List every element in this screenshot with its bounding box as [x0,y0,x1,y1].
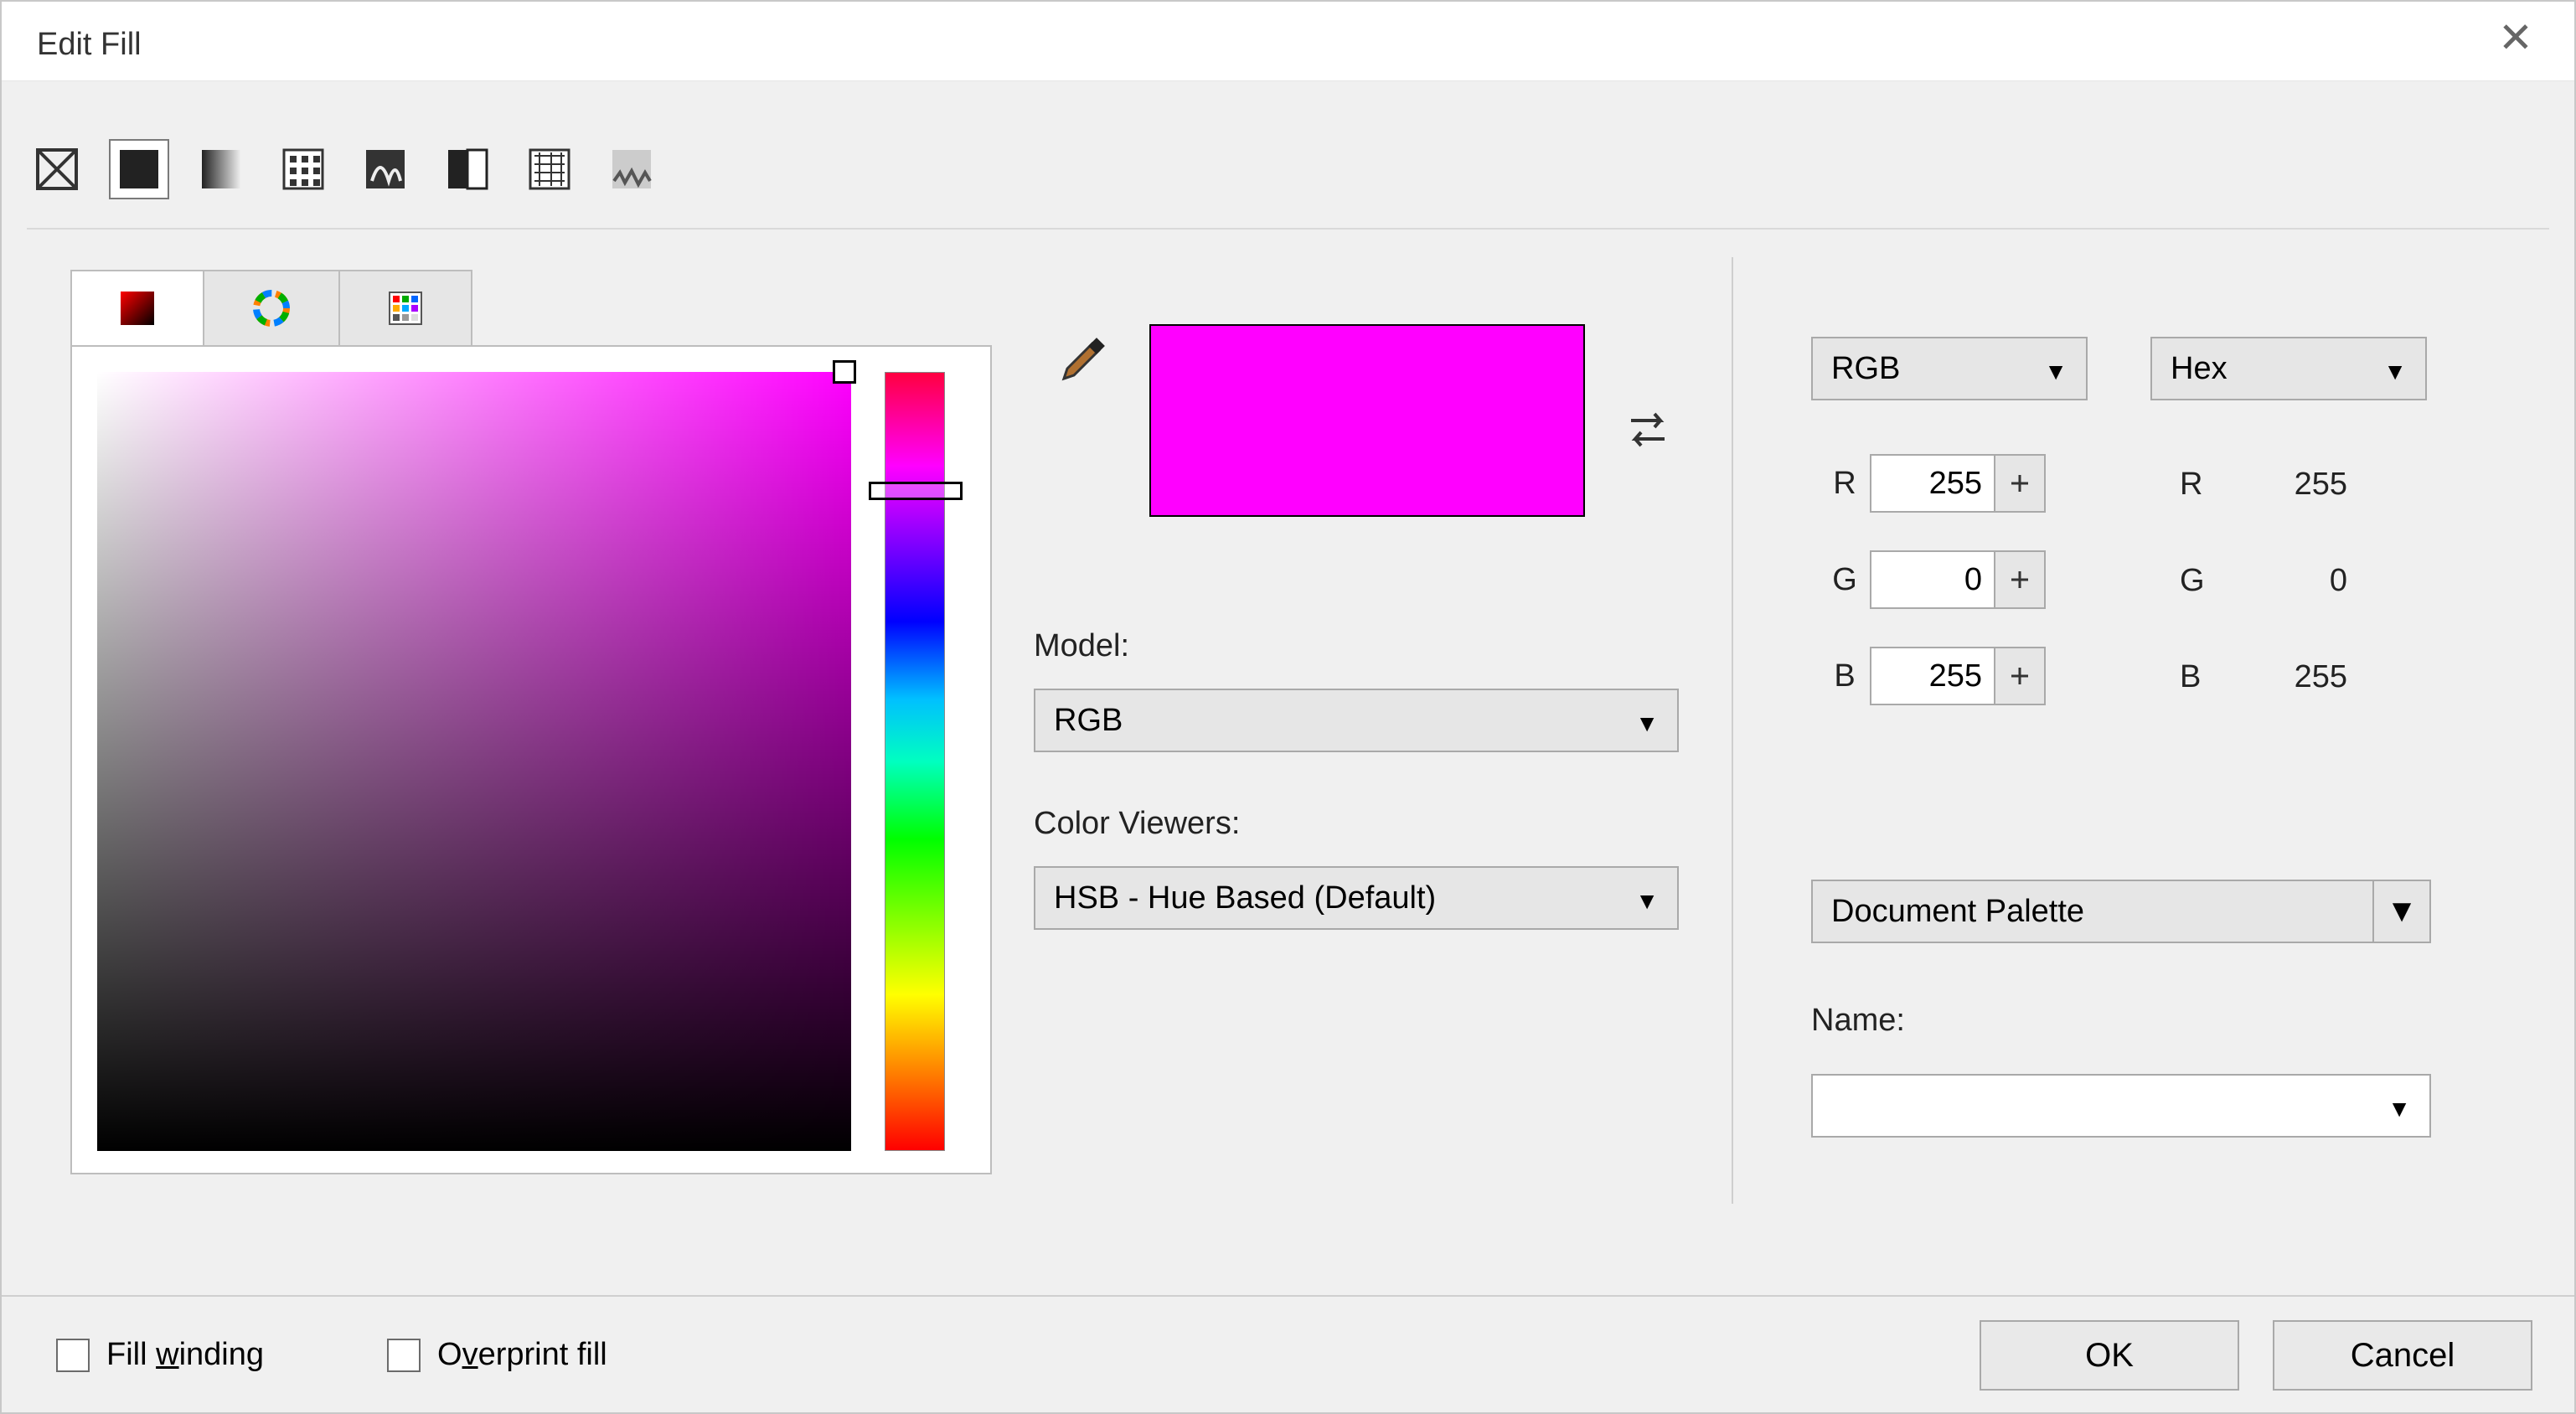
channel-r-row: R [1820,454,2046,513]
toolbar-divider [27,228,2549,230]
fill-type-postscript[interactable] [601,139,662,199]
color-model-value: RGB [1831,351,1900,387]
dialog-title: Edit Fill [37,27,142,63]
hex-r-row: R 255 [2180,467,2347,503]
checkbox-icon [56,1339,90,1372]
fill-type-fountain[interactable] [191,139,251,199]
color-model-dropdown[interactable]: RGB ▼ [1811,337,2088,400]
hex-model-value: Hex [2171,351,2228,387]
title-bar: Edit Fill ✕ [2,2,2574,81]
chevron-down-icon: ▼ [1635,888,1659,915]
close-icon[interactable]: ✕ [2491,17,2541,67]
hex-r-label: R [2180,467,2238,503]
chevron-down-icon: ▼ [2044,359,2068,385]
vertical-divider [1732,257,1733,1204]
palette-dropdown-split[interactable]: ▼ [2372,881,2429,942]
channel-g-row: G [1820,550,2046,609]
chevron-down-icon: ▼ [2388,1096,2411,1122]
fill-winding-checkbox[interactable]: Fill winding [56,1337,264,1373]
eyedropper-icon[interactable] [1049,337,1107,395]
hex-r-value: 255 [2238,467,2347,503]
color-viewers-value: HSB - Hue Based (Default) [1054,880,1436,916]
channel-g-spinner[interactable] [1995,550,2046,609]
hex-b-value: 255 [2238,659,2347,695]
channel-r-label: R [1820,466,1870,502]
hex-g-value: 0 [2238,563,2347,599]
chevron-down-icon: ▼ [1635,710,1659,737]
channel-b-row: B [1820,647,2046,705]
tab-color-picker[interactable] [70,270,204,347]
color-swatch [1149,324,1585,517]
model-dropdown[interactable]: RGB ▼ [1034,689,1679,752]
channel-r-spinner[interactable] [1995,454,2046,513]
checkbox-icon [387,1339,421,1372]
color-picker-frame [70,345,992,1174]
hex-g-label: G [2180,563,2238,599]
color-viewers-label: Color Viewers: [1034,806,1240,842]
edit-fill-dialog: Edit Fill ✕ [0,0,2576,1414]
tab-color-mixers[interactable] [204,270,338,347]
overprint-fill-checkbox[interactable]: Overprint fill [387,1337,607,1373]
model-label: Model: [1034,628,1129,664]
channel-b-input[interactable] [1870,647,1995,705]
channel-g-label: G [1820,562,1870,598]
name-label: Name: [1811,1003,1905,1039]
fill-type-toolbar [27,132,662,207]
channel-b-spinner[interactable] [1995,647,2046,705]
name-combobox[interactable]: ▼ [1811,1074,2431,1138]
fill-type-two-color[interactable] [437,139,498,199]
channel-b-label: B [1820,658,1870,694]
sv-cursor[interactable] [833,360,856,384]
hex-model-dropdown[interactable]: Hex ▼ [2150,337,2427,400]
palette-dropdown[interactable]: Document Palette ▼ [1811,880,2431,943]
saturation-value-area[interactable] [97,372,851,1151]
dialog-footer: Fill winding Overprint fill OK Cancel [2,1295,2574,1412]
cancel-button[interactable]: Cancel [2273,1320,2532,1391]
hue-cursor[interactable] [869,482,963,500]
color-tabs [70,270,472,347]
hex-b-row: B 255 [2180,659,2347,695]
fill-type-none[interactable] [27,139,87,199]
channel-r-input[interactable] [1870,454,1995,513]
hex-b-label: B [2180,659,2238,695]
fill-type-texture[interactable] [519,139,580,199]
swap-colors-icon[interactable] [1623,404,1673,463]
ok-button[interactable]: OK [1980,1320,2239,1391]
chevron-down-icon: ▼ [2383,359,2407,385]
chevron-down-icon: ▼ [2386,894,2418,930]
hue-slider[interactable] [885,372,945,1151]
hex-g-row: G 0 [2180,563,2347,599]
fill-type-uniform[interactable] [109,139,169,199]
palette-value: Document Palette [1831,894,2084,930]
fill-type-pattern-vector[interactable] [273,139,333,199]
fill-type-pattern-bitmap[interactable] [355,139,416,199]
tab-color-palettes[interactable] [338,270,472,347]
color-viewers-dropdown[interactable]: HSB - Hue Based (Default) ▼ [1034,866,1679,930]
channel-g-input[interactable] [1870,550,1995,609]
model-value: RGB [1054,703,1123,739]
